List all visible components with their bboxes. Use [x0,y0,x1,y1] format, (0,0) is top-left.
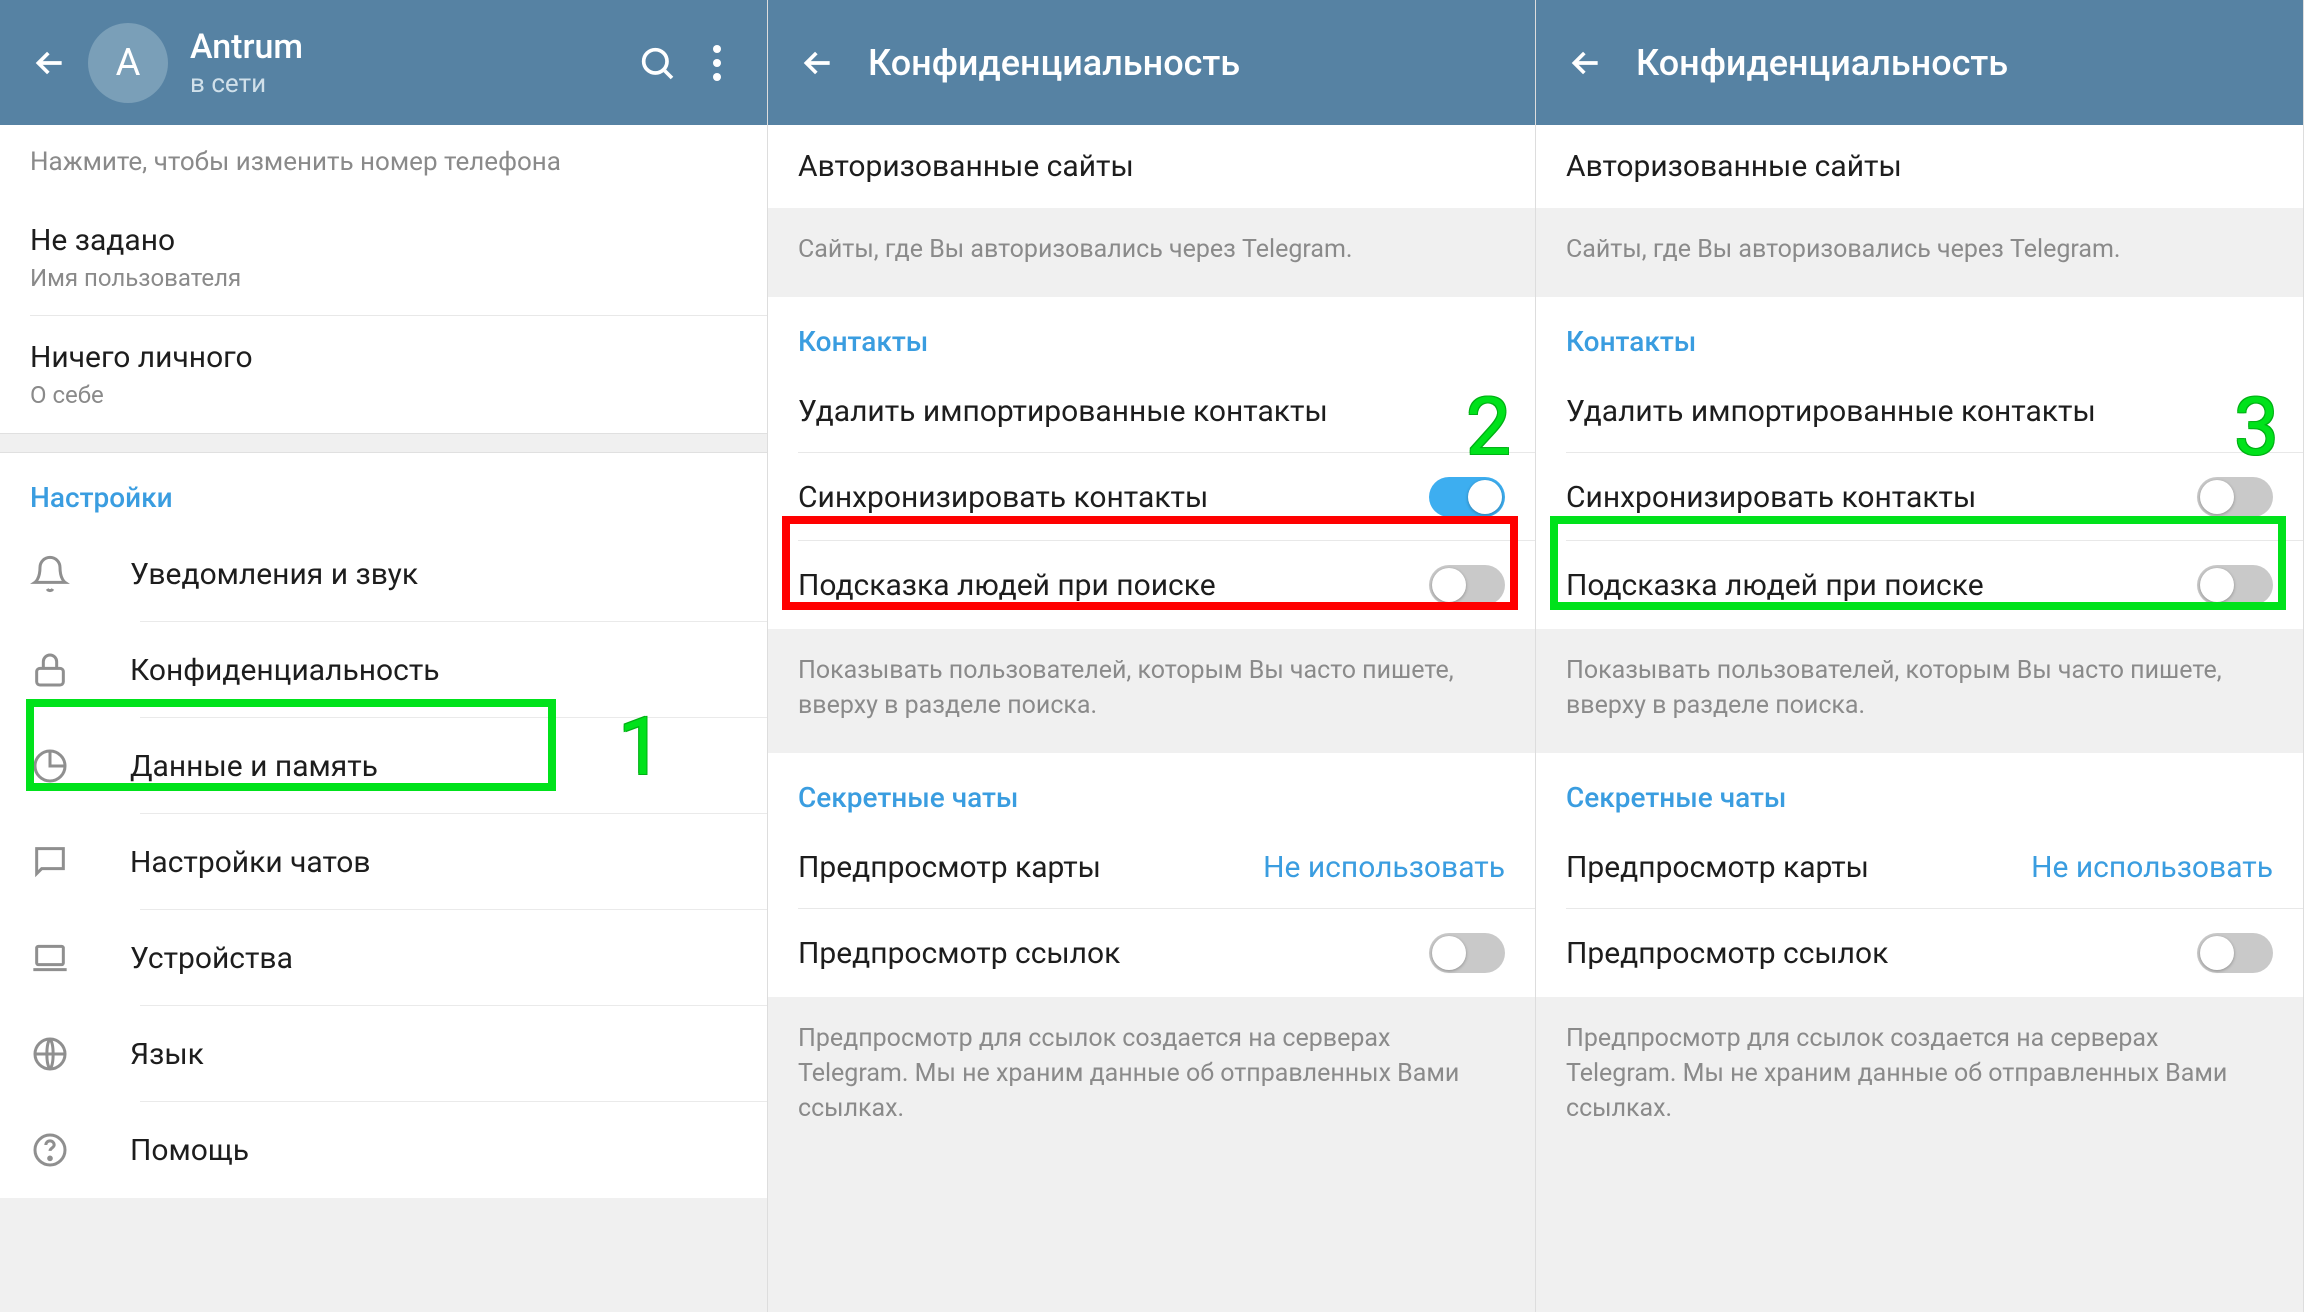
contacts-title: Контакты [768,297,1535,370]
auth-sites-row[interactable]: Авторизованные сайты [1536,125,2303,208]
avatar[interactable]: А [88,23,168,103]
profile-info-section: Нажмите, чтобы изменить номер телефона Н… [0,125,767,433]
link-hint: Предпросмотр для ссылок создается на сер… [768,997,1535,1156]
row-label: Подсказка людей при поиске [798,568,1429,603]
username-row[interactable]: Не задано Имя пользователя [0,199,767,316]
annotation-2: 2 [1466,380,1511,474]
settings-label: Настройки чатов [130,845,371,880]
panel-profile: А Antrum в сети Нажмите, чтобы изменить … [0,0,768,1312]
auth-sites-hint: Сайты, где Вы авторизовались через Teleg… [768,208,1535,297]
back-button[interactable] [20,43,80,83]
settings-label: Помощь [130,1133,249,1168]
avatar-letter: А [116,41,141,85]
settings-help[interactable]: Помощь [0,1102,767,1198]
suggest-toggle[interactable] [2197,565,2273,605]
sync-toggle-on[interactable] [1429,477,1505,517]
row-label: Предпросмотр карты [1566,850,2031,885]
row-label: Удалить импортированные контакты [1566,394,2096,429]
row-label: Предпросмотр карты [798,850,1263,885]
link-hint: Предпросмотр для ссылок создается на сер… [1536,997,2303,1156]
settings-notifications[interactable]: Уведомления и звук [0,526,767,622]
pie-chart-icon [30,746,130,786]
row-label: Предпросмотр ссылок [1566,936,2197,971]
page-title: Конфиденциальность [868,42,1240,84]
suggest-hint: Показывать пользователей, которым Вы час… [1536,629,2303,753]
user-name: Antrum [190,27,627,67]
lock-icon [30,650,130,690]
user-status: в сети [190,69,627,99]
row-value: Не использовать [1263,850,1505,885]
settings-label: Конфиденциальность [130,653,440,688]
row-label: Удалить импортированные контакты [798,394,1328,429]
delete-contacts-row[interactable]: Удалить импортированные контакты [768,370,1535,453]
username-value: Не задано [30,223,737,258]
settings-label: Устройства [130,941,293,976]
suggest-hint: Показывать пользователей, которым Вы час… [768,629,1535,753]
secret-title: Секретные чаты [768,753,1535,826]
secret-title: Секретные чаты [1536,753,2303,826]
link-toggle[interactable] [2197,933,2273,973]
user-block: Antrum в сети [190,27,627,99]
delete-contacts-row[interactable]: Удалить импортированные контакты [1536,370,2303,453]
globe-icon [30,1034,130,1074]
header-privacy: Конфиденциальность [768,0,1535,125]
back-button[interactable] [788,43,848,83]
row-label: Подсказка людей при поиске [1566,568,2197,603]
annotation-1: 1 [618,700,663,794]
panel-privacy-after: Конфиденциальность Авторизованные сайты … [1536,0,2304,1312]
search-button[interactable] [627,43,687,83]
auth-sites-row[interactable]: Авторизованные сайты [768,125,1535,208]
bio-row[interactable]: Ничего личного О себе [0,316,767,433]
bio-label: О себе [30,381,737,409]
row-label: Предпросмотр ссылок [798,936,1429,971]
settings-devices[interactable]: Устройства [0,910,767,1006]
settings-label: Уведомления и звук [130,557,418,592]
settings-language[interactable]: Язык [0,1006,767,1102]
bell-icon [30,554,130,594]
link-preview-row[interactable]: Предпросмотр ссылок [1536,909,2303,997]
link-preview-row[interactable]: Предпросмотр ссылок [768,909,1535,997]
bio-value: Ничего личного [30,340,737,375]
suggest-toggle[interactable] [1429,565,1505,605]
sync-toggle-off[interactable] [2197,477,2273,517]
phone-hint[interactable]: Нажмите, чтобы изменить номер телефона [0,125,767,199]
row-label: Авторизованные сайты [1566,149,1902,184]
settings-section: Настройки Уведомления и звук Конфиденциа… [0,453,767,1198]
row-label: Синхронизировать контакты [1566,480,2197,515]
row-label: Авторизованные сайты [798,149,1134,184]
annotation-3: 3 [2234,380,2279,474]
contacts-title: Контакты [1536,297,2303,370]
map-preview-row[interactable]: Предпросмотр карты Не использовать [1536,826,2303,909]
settings-label: Язык [130,1037,204,1072]
sync-contacts-row[interactable]: Синхронизировать контакты [768,453,1535,541]
row-label: Синхронизировать контакты [798,480,1429,515]
more-button[interactable] [687,45,747,81]
username-label: Имя пользователя [30,264,737,292]
map-preview-row[interactable]: Предпросмотр карты Не использовать [768,826,1535,909]
settings-label: Данные и память [130,749,378,784]
row-value: Не использовать [2031,850,2273,885]
header-profile: А Antrum в сети [0,0,767,125]
section-gap [0,433,767,453]
sync-contacts-row[interactable]: Синхронизировать контакты [1536,453,2303,541]
back-button[interactable] [1556,43,1616,83]
settings-title: Настройки [0,453,767,526]
panel-privacy-before: Конфиденциальность Авторизованные сайты … [768,0,1536,1312]
suggest-people-row[interactable]: Подсказка людей при поиске [1536,541,2303,629]
link-toggle[interactable] [1429,933,1505,973]
header-privacy: Конфиденциальность [1536,0,2303,125]
chat-icon [30,842,130,882]
auth-sites-hint: Сайты, где Вы авторизовались через Teleg… [1536,208,2303,297]
page-title: Конфиденциальность [1636,42,2008,84]
laptop-icon [30,938,130,978]
suggest-people-row[interactable]: Подсказка людей при поиске [768,541,1535,629]
help-icon [30,1130,130,1170]
settings-chat[interactable]: Настройки чатов [0,814,767,910]
